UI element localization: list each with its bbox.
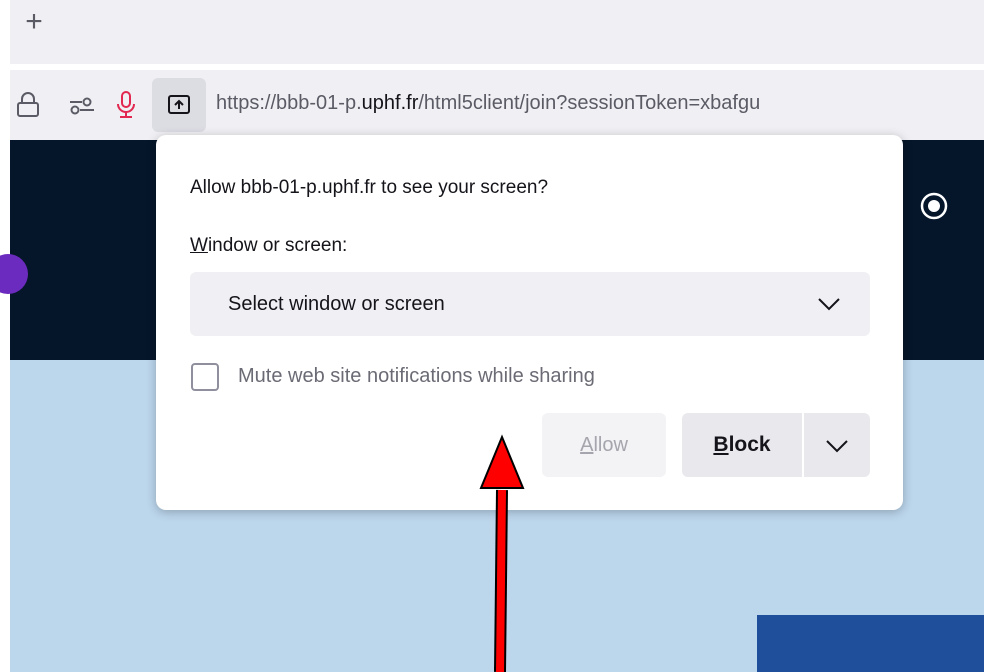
screen-share-icon [168, 95, 190, 114]
page-presentation-block [757, 615, 984, 672]
allow-label: llow [593, 433, 628, 456]
url-bar[interactable]: https://bbb-01-p.uphf.fr/html5client/joi… [10, 70, 984, 140]
new-tab-button[interactable]: + [20, 7, 48, 37]
mute-notifications-checkbox[interactable] [191, 363, 219, 391]
chevron-down-icon [826, 440, 848, 453]
accesskey-a: A [580, 433, 594, 456]
screen-share-indicator[interactable] [152, 78, 206, 132]
block-options-dropdown[interactable] [804, 413, 870, 477]
url-prefix: https://bbb-01-p. [216, 92, 362, 114]
block-button-group: Block [682, 413, 870, 477]
url-text[interactable]: https://bbb-01-p.uphf.fr/html5client/joi… [216, 88, 984, 118]
allow-button[interactable]: Allow [542, 413, 666, 477]
chevron-down-icon [818, 298, 840, 311]
window-select-label: Window or screen: [190, 235, 347, 257]
microphone-icon[interactable] [114, 90, 138, 120]
lock-icon[interactable] [16, 92, 40, 118]
url-host: uphf.fr [361, 92, 419, 114]
permissions-icon[interactable] [68, 97, 96, 115]
url-suffix: /html5client/join?sessionToken=xbafgu [418, 92, 761, 114]
window-select-label-text: indow or screen: [207, 235, 348, 256]
accesskey-w: W [190, 235, 208, 256]
mute-notifications-label[interactable]: Mute web site notifications while sharin… [238, 365, 595, 388]
screen-share-permission-popup: Allow bbb-01-p.uphf.fr to see your scree… [156, 135, 903, 510]
block-button[interactable]: Block [682, 413, 802, 477]
tab-bar: + [10, 0, 984, 64]
popup-title: Allow bbb-01-p.uphf.fr to see your scree… [190, 177, 549, 198]
block-label: lock [728, 433, 771, 456]
record-icon[interactable] [919, 191, 949, 221]
window-select-dropdown[interactable]: Select window or screen [190, 272, 870, 336]
select-value: Select window or screen [228, 293, 445, 315]
accesskey-b: B [713, 433, 729, 456]
